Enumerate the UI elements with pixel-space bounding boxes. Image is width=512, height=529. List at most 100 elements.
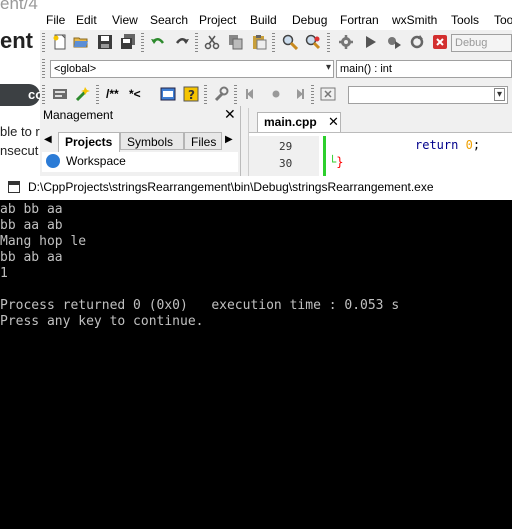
console-output-area[interactable]: ab bb aa bb aa ab Mang hop le bb ab aa 1…	[0, 200, 512, 529]
redo-icon[interactable]	[174, 34, 190, 50]
toolbar-grip[interactable]	[311, 85, 314, 105]
background-heading-fragment: ent	[0, 28, 33, 53]
menu-fortran[interactable]: Fortran	[340, 13, 379, 27]
menu-view[interactable]: View	[112, 13, 138, 27]
tab-scroll-right-icon[interactable]: ▶	[225, 134, 233, 145]
line-number: 30	[279, 157, 293, 170]
background-browser-page: ent/4 ent co ble to r nsecut	[0, 0, 40, 176]
copy-icon[interactable]	[228, 34, 244, 50]
menu-bar: File Edit View Search Project Build Debu…	[40, 8, 512, 30]
abort-icon[interactable]	[432, 34, 448, 50]
code-line-29[interactable]: return 0;	[415, 138, 480, 152]
toolbar-grip[interactable]	[204, 85, 207, 105]
open-folder-icon[interactable]	[73, 34, 89, 50]
workspace-icon	[46, 154, 60, 168]
find-icon[interactable]	[282, 34, 298, 50]
code-keyword: return	[415, 138, 459, 152]
function-select-value: main() : int	[340, 63, 392, 75]
chevron-down-icon[interactable]: ▾	[493, 88, 505, 101]
code-line-30[interactable]: └}	[329, 155, 343, 169]
ide-window: File Edit View Search Project Build Debu…	[40, 0, 512, 176]
background-text-line: ble to r	[0, 124, 40, 139]
undo-icon[interactable]	[150, 34, 166, 50]
toolbar-grip[interactable]	[195, 33, 198, 53]
save-icon[interactable]	[97, 34, 113, 50]
save-all-icon[interactable]	[120, 34, 136, 50]
line-number-gutter: 29 30	[249, 136, 319, 176]
scope-select-value: <global>	[54, 63, 97, 75]
tab-files[interactable]: Files	[184, 132, 222, 150]
wrench-icon[interactable]	[213, 86, 229, 102]
main-toolbar: Debug	[40, 30, 512, 56]
tab-scroll-left-icon[interactable]: ◀	[44, 134, 52, 145]
tab-projects[interactable]: Projects	[58, 132, 120, 152]
toolbar-grip[interactable]	[42, 59, 45, 79]
background-title-fragment: ent/4	[0, 0, 38, 13]
build-gear-icon[interactable]	[338, 34, 354, 50]
build-target-select[interactable]: Debug	[451, 34, 512, 52]
help-icon[interactable]: ?	[183, 86, 199, 102]
code-brace: }	[336, 155, 344, 169]
jump-back-icon[interactable]	[244, 86, 260, 102]
code-editor: main.cpp ✕ 29 30 return 0; └}	[248, 108, 512, 176]
menu-tools[interactable]: Tools	[451, 13, 479, 27]
chevron-down-icon: ▾	[325, 62, 331, 73]
toolbar-grip[interactable]	[327, 33, 330, 53]
menu-build[interactable]: Build	[250, 13, 277, 27]
menu-file[interactable]: File	[46, 13, 65, 27]
menu-search[interactable]: Search	[150, 13, 188, 27]
paste-icon[interactable]	[251, 34, 267, 50]
close-icon[interactable]: ✕	[224, 106, 236, 123]
toolbar-grip[interactable]	[272, 33, 275, 53]
workspace-tree-item[interactable]: Workspace	[42, 152, 238, 172]
file-tab-label: main.cpp	[264, 115, 317, 129]
close-icon[interactable]: ✕	[328, 114, 339, 130]
toolbar-grip[interactable]	[42, 85, 45, 105]
console-window-icon	[8, 181, 20, 193]
doc-browser-icon[interactable]	[160, 86, 176, 102]
build-and-run-icon[interactable]	[386, 34, 402, 50]
tab-symbols[interactable]: Symbols	[120, 132, 184, 150]
find-replace-icon[interactable]	[305, 34, 321, 50]
menu-tools-plus[interactable]: Too	[494, 13, 512, 27]
background-pill-label: co	[28, 87, 40, 102]
run-icon[interactable]	[362, 34, 378, 50]
toolbar-grip[interactable]	[234, 85, 237, 105]
line-comment-button[interactable]: *<	[129, 87, 141, 101]
console-title: D:\CppProjects\stringsRearrangement\bin\…	[28, 180, 434, 194]
jump-forward-icon[interactable]	[290, 86, 306, 102]
code-completion-toolbar: <global> ▾ main() : int	[40, 56, 512, 82]
rebuild-icon[interactable]	[409, 34, 425, 50]
scope-select[interactable]: <global> ▾	[50, 60, 334, 78]
toolbar-grip[interactable]	[42, 33, 45, 53]
change-bar	[323, 136, 326, 176]
editor-tab-bar: main.cpp ✕	[249, 108, 512, 133]
management-panel: Management ✕ ◀ Projects Symbols Files ▶ …	[40, 106, 241, 176]
workspace-label: Workspace	[66, 154, 126, 168]
clear-search-icon[interactable]	[320, 86, 336, 102]
menu-wxsmith[interactable]: wxSmith	[392, 13, 437, 27]
block-comment-button[interactable]: /**	[106, 87, 119, 101]
new-file-icon[interactable]	[52, 34, 68, 50]
tab-main-cpp[interactable]: main.cpp ✕	[257, 112, 341, 132]
line-number: 29	[279, 140, 293, 153]
svg-text:?: ?	[188, 88, 195, 102]
management-title: Management	[43, 108, 114, 122]
doxywizard-icon[interactable]	[75, 86, 91, 102]
toolbar-grip[interactable]	[141, 33, 144, 53]
bookmark-dot-icon[interactable]	[268, 86, 284, 102]
console-titlebar[interactable]: D:\CppProjects\stringsRearrangement\bin\…	[0, 176, 512, 200]
toolbar-grip[interactable]	[96, 85, 99, 105]
cut-icon[interactable]	[204, 34, 220, 50]
code-number: 0	[465, 138, 473, 152]
background-text-line: nsecut	[0, 143, 39, 158]
code-semicolon: ;	[472, 138, 481, 152]
function-select[interactable]: main() : int	[336, 60, 512, 78]
tools-toolbar: /** *< ? ▾	[40, 82, 512, 108]
menu-edit[interactable]: Edit	[76, 13, 97, 27]
console-output-text: ab bb aa bb aa ab Mang hop le bb ab aa 1…	[0, 202, 400, 329]
doxyblocks-icon[interactable]	[52, 86, 68, 102]
incremental-search-input[interactable]: ▾	[348, 86, 508, 104]
menu-project[interactable]: Project	[199, 13, 236, 27]
menu-debug[interactable]: Debug	[292, 13, 327, 27]
